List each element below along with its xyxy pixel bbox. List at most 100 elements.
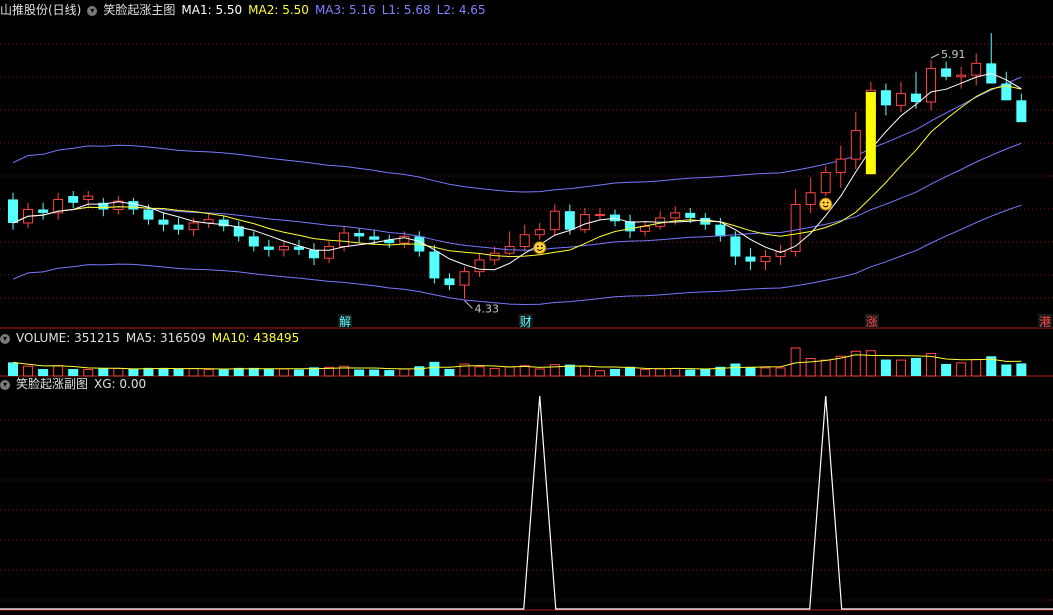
candle-body (459, 271, 470, 286)
candle-body (158, 219, 169, 225)
candle-body (309, 249, 319, 259)
l2-value: L2: 4.65 (436, 3, 486, 17)
volume-bar (68, 369, 79, 376)
volume-bar (263, 369, 274, 376)
volume-bar (655, 367, 666, 377)
volume-bar (444, 369, 455, 376)
main-chart-header: 山推股份(日线) ▾ 笑脸起涨主图 MA1: 5.50 MA2: 5.50 MA3: 5.… (0, 2, 492, 18)
candle-body (324, 245, 335, 259)
sub-indicator-name[interactable]: 笑脸起涨副图 (16, 377, 88, 391)
candle-body (760, 256, 771, 263)
candle-body (444, 278, 455, 286)
event-label: 财 (520, 315, 532, 329)
volume-bar (971, 359, 982, 377)
sub-indicator (0, 395, 1053, 610)
volume-bar (489, 367, 500, 377)
bottom-labels: 解财涨港 (338, 314, 1052, 329)
candle-body (188, 222, 199, 231)
l1-value: L1: 5.68 (381, 3, 431, 17)
volume-ma10: MA10: 438495 (211, 331, 300, 345)
extreme-label: 5.91 (941, 48, 966, 61)
volume-bar (504, 366, 515, 377)
volume-bar (474, 366, 485, 377)
volume-bar (1001, 364, 1012, 376)
event-label: 涨 (866, 314, 878, 329)
candle-body (1016, 100, 1027, 123)
volume-settings-icon[interactable]: ▾ (0, 333, 10, 344)
candle-body (835, 158, 846, 174)
volume-bar (594, 370, 605, 377)
candle-body (640, 225, 651, 232)
volume-bar (173, 369, 184, 376)
volume-bar (805, 357, 816, 377)
sub-settings-icon[interactable]: ▾ (0, 379, 10, 390)
volume-bar (158, 368, 169, 376)
candle-body (850, 130, 861, 160)
volume-ma5: MA5: 316509 (125, 331, 206, 345)
volume-bar (1016, 363, 1027, 376)
signal-bar (865, 91, 876, 175)
candle-body (339, 232, 350, 247)
volume-bar (820, 359, 831, 377)
volume-bar (700, 369, 711, 376)
smiley-marker (819, 197, 833, 211)
volume-bar (429, 361, 440, 376)
ma1-value: MA1: 5.50 (181, 3, 243, 17)
candle-body (519, 234, 530, 247)
volume-bar (414, 366, 425, 376)
volume-bar (188, 367, 199, 377)
volume-bar (278, 368, 289, 377)
candle-body (83, 195, 94, 200)
volume-bar (384, 370, 395, 376)
volume-bar (128, 369, 139, 376)
settings-icon[interactable]: ▾ (87, 5, 98, 16)
indicator-name[interactable]: 笑脸起涨主图 (103, 3, 175, 17)
volume-bar (640, 369, 651, 377)
candle-body (429, 251, 440, 279)
volume-bar (760, 367, 771, 377)
chart-canvas: 5.91 4.33 解 财 涨 港 (0, 33, 1053, 611)
volume-bar (956, 362, 967, 377)
event-label: 解 (339, 315, 351, 329)
volume-bar (775, 367, 786, 377)
candle-body (670, 212, 681, 219)
xg-value: XG: 0.00 (94, 377, 147, 391)
event-label: 港 (1039, 315, 1051, 329)
volume-bar (730, 363, 741, 376)
volume-bars (8, 347, 1027, 377)
xg-line (0, 395, 1053, 610)
volume-header: ▾ VOLUME: 351215 MA5: 316509 MA10: 438495 (0, 330, 305, 346)
volume-bar (519, 365, 530, 377)
ma3-value: MA3: 5.16 (314, 3, 376, 17)
volume-bar (8, 362, 18, 376)
volume-bar (610, 369, 620, 376)
volume-bar (293, 369, 304, 376)
extreme-leader (464, 300, 473, 309)
candle-body (911, 93, 921, 102)
volume-bar (369, 369, 380, 376)
volume-bar (534, 368, 545, 377)
candle-body (173, 224, 184, 230)
smiley-eye (536, 245, 539, 248)
volume-bar (38, 369, 49, 376)
candle-body (926, 67, 937, 103)
candle-body (564, 211, 575, 230)
volume-bar (895, 359, 906, 377)
stock-title: 山推股份(日线) (0, 3, 82, 17)
candle-body (895, 93, 906, 106)
candle-body (534, 229, 545, 236)
volume-bar (113, 367, 124, 377)
sub-chart-header: ▾ 笑脸起涨副图 XG: 0.00 (0, 376, 152, 392)
candle-body (715, 224, 726, 237)
extreme-leader (930, 53, 940, 59)
smiley-eye (826, 201, 829, 204)
volume-bar (865, 350, 876, 377)
markers: 5.91 4.33 (464, 48, 966, 316)
candle-body (730, 236, 741, 257)
candle-body (956, 74, 967, 78)
candle-body (143, 209, 154, 220)
volume-bar (745, 367, 756, 376)
candle-body (354, 233, 365, 237)
candle-body (880, 90, 891, 106)
extreme-label: 4.33 (475, 303, 500, 316)
